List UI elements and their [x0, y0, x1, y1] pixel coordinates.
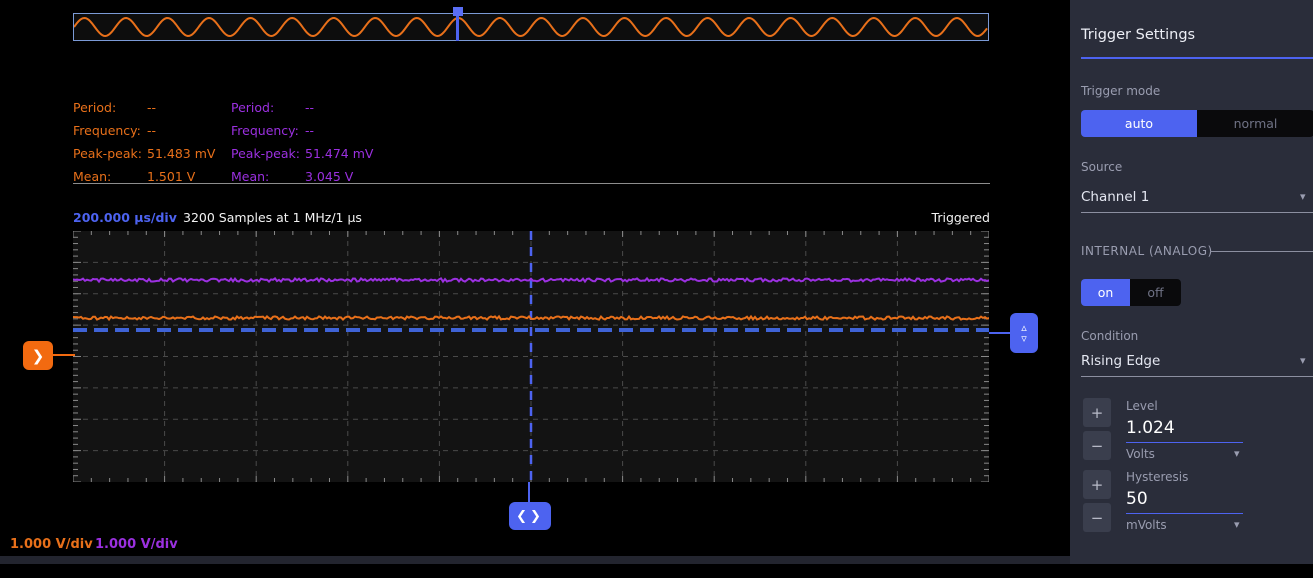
- condition-label: Condition: [1081, 329, 1138, 343]
- vertical-offset-connector: [989, 332, 1011, 334]
- source-chevron-down-icon[interactable]: ▾: [1300, 190, 1306, 203]
- trigger-mode-option-normal[interactable]: normal: [1197, 110, 1313, 137]
- internal-section-label: INTERNAL (ANALOG): [1081, 244, 1213, 258]
- sample-info: 3200 Samples at 1 MHz/1 µs: [183, 210, 362, 225]
- chevron-right-icon: ❯: [32, 347, 45, 365]
- measurement-value: --: [147, 123, 156, 138]
- hysteresis-decrement-button[interactable]: −: [1083, 503, 1111, 532]
- source-label: Source: [1081, 160, 1122, 174]
- level-decrement-button[interactable]: −: [1083, 431, 1111, 460]
- hysteresis-value[interactable]: 50: [1126, 489, 1148, 509]
- measurement-label: Frequency:: [231, 123, 305, 138]
- internal-option-off[interactable]: off: [1130, 279, 1181, 306]
- horizontal-position-connector: [528, 482, 530, 504]
- measurement-row: Period: --: [73, 96, 231, 119]
- measurement-label: Period:: [231, 100, 305, 115]
- measurement-value: --: [305, 100, 314, 115]
- vertical-offset-handle[interactable]: ▵ ▿: [1010, 313, 1038, 353]
- oscilloscope-app: Period: -- Frequency: -- Peak-peak: 51.4…: [0, 0, 1313, 564]
- level-value[interactable]: 1.024: [1126, 418, 1175, 438]
- chevron-left-right-icon: ❮❯: [516, 509, 544, 524]
- internal-option-on[interactable]: on: [1081, 279, 1130, 306]
- measurements-panel: Period: -- Frequency: -- Peak-peak: 51.4…: [73, 96, 990, 188]
- measurement-label: Frequency:: [73, 123, 147, 138]
- measurement-row: Frequency: --: [73, 119, 231, 142]
- measurement-row: Frequency: --: [231, 119, 389, 142]
- hysteresis-underline: [1126, 513, 1243, 514]
- level-label: Level: [1126, 399, 1158, 413]
- measurement-row: Peak-peak: 51.483 mV: [73, 142, 231, 165]
- measurement-value: --: [305, 123, 314, 138]
- hysteresis-increment-button[interactable]: +: [1083, 470, 1111, 499]
- channel-1-voltsdiv[interactable]: 1.000 V/div: [10, 537, 93, 552]
- panel-title: Trigger Settings: [1081, 27, 1195, 43]
- hysteresis-unit[interactable]: mVolts: [1126, 518, 1167, 532]
- level-underline: [1126, 442, 1243, 443]
- trigger-level-connector: [53, 354, 75, 356]
- horizontal-position-handle[interactable]: ❮❯: [509, 502, 551, 530]
- condition-value[interactable]: Rising Edge: [1081, 353, 1160, 369]
- measurement-column-channel-1: Period: -- Frequency: -- Peak-peak: 51.4…: [73, 96, 231, 188]
- waveform-plot[interactable]: [73, 231, 989, 482]
- hysteresis-label: Hysteresis: [1126, 470, 1188, 484]
- channel-2-voltsdiv[interactable]: 1.000 V/div: [95, 537, 178, 552]
- internal-toggle[interactable]: on off: [1081, 279, 1181, 306]
- measurement-value: 51.474 mV: [305, 146, 373, 161]
- level-increment-button[interactable]: +: [1083, 398, 1111, 427]
- measurement-row: Period: --: [231, 96, 389, 119]
- scope-pane: Period: -- Frequency: -- Peak-peak: 51.4…: [0, 0, 1070, 564]
- trigger-mode-toggle[interactable]: auto normal: [1081, 110, 1313, 137]
- source-value[interactable]: Channel 1: [1081, 189, 1149, 205]
- timebase-scale[interactable]: 200.000 µs/div: [73, 210, 177, 225]
- vertical-scale-bar: 1.000 V/div 1.000 V/div: [0, 535, 1070, 556]
- level-unit[interactable]: Volts: [1126, 447, 1155, 461]
- measurement-label: Mean:: [73, 169, 147, 184]
- measurement-column-channel-2: Period: -- Frequency: -- Peak-peak: 51.4…: [231, 96, 389, 188]
- waveform-overview[interactable]: [73, 13, 989, 41]
- overview-position-handle[interactable]: [453, 7, 463, 16]
- condition-chevron-down-icon[interactable]: ▾: [1300, 354, 1306, 367]
- level-unit-chevron-down-icon[interactable]: ▾: [1234, 447, 1240, 460]
- condition-underline: [1081, 376, 1313, 377]
- hysteresis-unit-chevron-down-icon[interactable]: ▾: [1234, 518, 1240, 531]
- measurement-label: Peak-peak:: [231, 146, 305, 161]
- measurement-value: --: [147, 100, 156, 115]
- trigger-status: Triggered: [932, 210, 990, 225]
- timebase-bar: 200.000 µs/div 3200 Samples at 1 MHz/1 µ…: [73, 210, 990, 228]
- panel-title-rule: [1081, 57, 1313, 59]
- chevron-down-icon: ▿: [1021, 333, 1027, 344]
- measurements-divider: [73, 183, 990, 184]
- measurement-row: Mean: 1.501 V: [73, 165, 231, 188]
- source-underline: [1081, 212, 1313, 213]
- measurement-row: Mean: 3.045 V: [231, 165, 389, 188]
- measurement-value: 51.483 mV: [147, 146, 215, 161]
- measurement-row: Peak-peak: 51.474 mV: [231, 142, 389, 165]
- trigger-mode-option-auto[interactable]: auto: [1081, 110, 1197, 137]
- trigger-mode-label: Trigger mode: [1081, 84, 1160, 98]
- measurement-label: Period:: [73, 100, 147, 115]
- trigger-level-handle[interactable]: ❯: [23, 341, 53, 370]
- measurement-value: 1.501 V: [147, 169, 195, 184]
- measurement-label: Peak-peak:: [73, 146, 147, 161]
- trigger-settings-panel: Trigger Settings Trigger mode auto norma…: [1070, 0, 1313, 564]
- measurement-value: 3.045 V: [305, 169, 353, 184]
- measurement-label: Mean:: [231, 169, 305, 184]
- internal-section-rule: [1210, 251, 1313, 252]
- window-bottom-strip: [0, 556, 1070, 564]
